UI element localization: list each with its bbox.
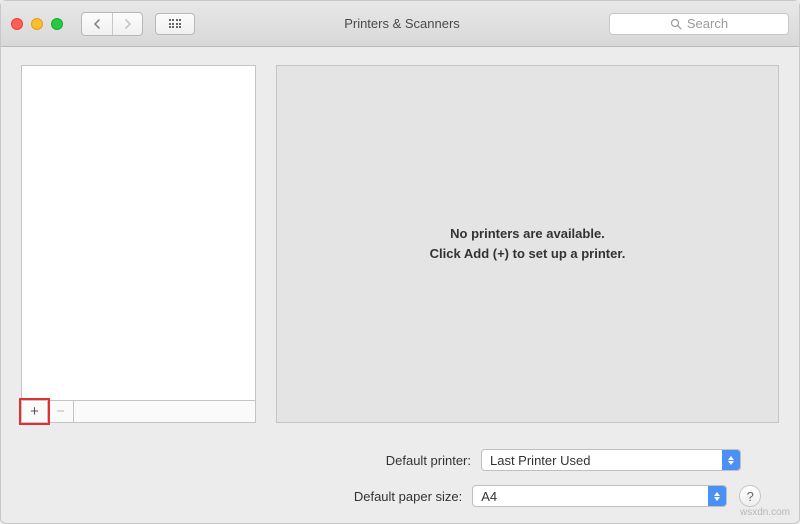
printer-list[interactable] xyxy=(21,65,256,401)
plus-icon: + xyxy=(30,403,39,420)
footer-spacer xyxy=(74,401,255,422)
add-printer-button[interactable]: + xyxy=(22,401,48,422)
default-printer-label: Default printer: xyxy=(21,453,481,468)
printer-detail-pane: No printers are available. Click Add (+)… xyxy=(276,65,779,423)
options-area: Default printer: Last Printer Used Defau… xyxy=(21,449,779,507)
default-printer-row: Default printer: Last Printer Used xyxy=(21,449,761,471)
default-paper-size-row: Default paper size: A4 ? xyxy=(21,485,761,507)
minimize-window-button[interactable] xyxy=(31,18,43,30)
chevron-right-icon xyxy=(123,19,132,29)
default-paper-size-value: A4 xyxy=(481,489,497,504)
show-all-prefs-button[interactable] xyxy=(155,13,195,35)
nav-buttons xyxy=(81,12,143,36)
watermark: wsxdn.com xyxy=(740,507,790,518)
back-button[interactable] xyxy=(82,13,112,35)
grid-icon xyxy=(169,19,182,28)
search-icon xyxy=(670,18,682,30)
titlebar: Printers & Scanners Search xyxy=(1,1,799,47)
select-arrows-icon xyxy=(708,486,726,506)
zoom-window-button[interactable] xyxy=(51,18,63,30)
default-paper-size-label: Default paper size: xyxy=(21,489,472,504)
panes: + − No printers are available. Click Add… xyxy=(21,65,779,423)
window-title: Printers & Scanners xyxy=(203,16,601,31)
forward-button[interactable] xyxy=(112,13,142,35)
default-printer-value: Last Printer Used xyxy=(490,453,590,468)
help-button[interactable]: ? xyxy=(739,485,761,507)
search-field[interactable]: Search xyxy=(609,13,789,35)
printer-list-footer: + − xyxy=(21,401,256,423)
help-icon: ? xyxy=(747,489,754,504)
content-area: + − No printers are available. Click Add… xyxy=(1,47,799,523)
minus-icon: − xyxy=(56,403,65,420)
preferences-window: Printers & Scanners Search + − xyxy=(0,0,800,524)
empty-state-line1: No printers are available. xyxy=(450,226,605,241)
empty-state-line2: Click Add (+) to set up a printer. xyxy=(430,246,626,261)
printer-list-pane: + − xyxy=(21,65,256,423)
search-placeholder: Search xyxy=(687,16,728,31)
remove-printer-button: − xyxy=(48,401,74,422)
window-controls xyxy=(11,18,63,30)
default-printer-select[interactable]: Last Printer Used xyxy=(481,449,741,471)
close-window-button[interactable] xyxy=(11,18,23,30)
default-paper-size-select[interactable]: A4 xyxy=(472,485,727,507)
chevron-left-icon xyxy=(93,19,102,29)
select-arrows-icon xyxy=(722,450,740,470)
empty-state-message: No printers are available. Click Add (+)… xyxy=(430,224,626,264)
